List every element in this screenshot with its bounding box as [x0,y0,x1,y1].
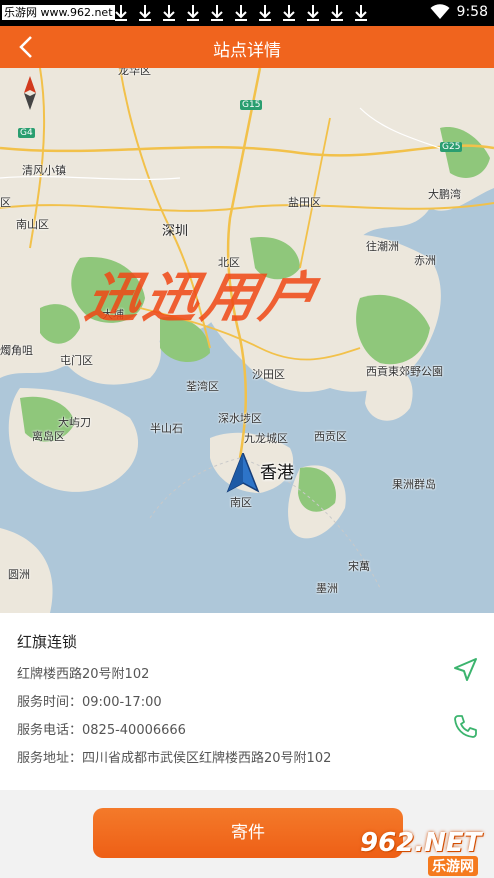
map-label: 赤洲 [414,254,436,267]
station-phone[interactable]: 服务电话：0825-40006666 [17,719,186,738]
download-icon [134,4,158,22]
station-address: 服务地址：四川省成都市武侯区红牌楼西路20号附102 [17,751,332,766]
map-label: 清风小镇 [22,164,66,177]
road-label: G25 [440,142,463,152]
download-icon [302,4,326,22]
map-label: 深水埗区 [218,412,262,425]
map-label: 西贡区 [314,430,347,443]
download-icon [158,4,182,22]
station-address-short: 红牌楼西路20号附102 [17,667,150,682]
station-name: 红旗连锁 [17,633,78,651]
status-time: 9:58 [456,4,488,20]
map-label: 深圳 [162,224,189,239]
map-base [0,68,494,613]
site-logo: 962.NET 乐游网 [356,828,494,878]
download-icon [110,4,134,22]
map-label: 圆洲 [8,568,30,581]
bottom-bar: 寄件 962.NET 乐游网 [0,790,494,878]
phone-icon[interactable] [452,713,478,739]
map-label: 墨洲 [316,582,338,595]
map-label: 荃湾区 [186,380,219,393]
station-info-panel: 红旗连锁 红牌楼西路20号附102 服务时间：09:00-17:00 服务电话：… [0,613,494,790]
map-label: 宋萬 [348,560,370,573]
map-label: 果洲群岛 [392,478,436,491]
download-icon [350,4,374,22]
download-icon [206,4,230,22]
map-label: 大鹏湾 [428,188,461,201]
map-label: 离岛区 [32,430,65,443]
title-bar: 站点详情 [0,26,494,68]
status-bar: 乐游网 www.962.net 9:58 [0,0,494,26]
map-label: 南区 [230,496,252,509]
station-hours: 服务时间：09:00-17:00 [17,695,162,710]
map-label: 区 [0,196,11,209]
wifi-icon [430,4,450,24]
map-label: 南山区 [16,218,49,231]
map-label: 燭角咀 [0,344,33,357]
download-icon [254,4,278,22]
download-icon [182,4,206,22]
download-icon [278,4,302,22]
map-label: 往潮洲 [366,240,399,253]
road-label: G4 [18,128,35,138]
page-title: 站点详情 [213,41,281,61]
logo-subtext: 乐游网 [428,856,478,876]
road-label: G15 [240,100,263,110]
logo-text: 962.NET [360,828,482,858]
download-icon [326,4,350,22]
download-icon [230,4,254,22]
pin-label: 香港 [260,463,294,483]
map-label: 西貢東郊野公園 [366,365,443,378]
map-label: 屯门区 [60,354,93,367]
navigate-arrow-icon[interactable] [452,657,478,683]
map-view[interactable]: G15 G4 G25 龙华区 清风小镇 南山区 深圳 盐田区 大鹏湾 往潮洲 赤… [0,68,494,613]
status-source-label: 乐游网 www.962.net [2,5,115,20]
watermark-text: 迅迅用户 [80,266,326,329]
map-label: 龙华区 [118,68,151,77]
map-label: 九龙城区 [244,432,288,445]
map-label: 半山石 [150,422,183,435]
download-notifications [110,4,374,22]
map-label: 盐田区 [288,196,321,209]
map-label: 沙田区 [252,368,285,381]
